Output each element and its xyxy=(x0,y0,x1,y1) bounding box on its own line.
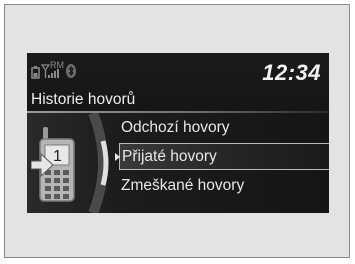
roaming-label: RM xyxy=(50,60,64,70)
status-bar: RM 12:34 xyxy=(27,53,329,91)
display-screen: RM 12:34 Historie hovorů 1 Odchozí hovor… xyxy=(27,53,329,213)
bluetooth-icon xyxy=(66,64,76,78)
clock: 12:34 xyxy=(262,60,321,85)
menu-item-label: Přijaté hovory xyxy=(122,148,217,165)
line-number: 1 xyxy=(53,148,62,165)
menu-item-label: Zmeškané hovory xyxy=(121,177,245,194)
menu-area: 1 Odchozí hovory Přijaté hovory Zmeškané xyxy=(27,113,329,213)
menu-item-label: Odchozí hovory xyxy=(121,119,230,136)
menu-item-outgoing-calls[interactable]: Odchozí hovory xyxy=(119,115,329,142)
page-title: Historie hovorů xyxy=(31,91,136,108)
status-icons: RM xyxy=(31,60,111,79)
selection-pointer-icon xyxy=(115,153,120,161)
battery-icon xyxy=(31,66,40,79)
incoming-call-phone-icon: 1 xyxy=(30,121,87,213)
menu-item-received-calls[interactable]: Přijaté hovory xyxy=(115,143,329,170)
menu-item-missed-calls[interactable]: Zmeškané hovory xyxy=(119,173,329,200)
